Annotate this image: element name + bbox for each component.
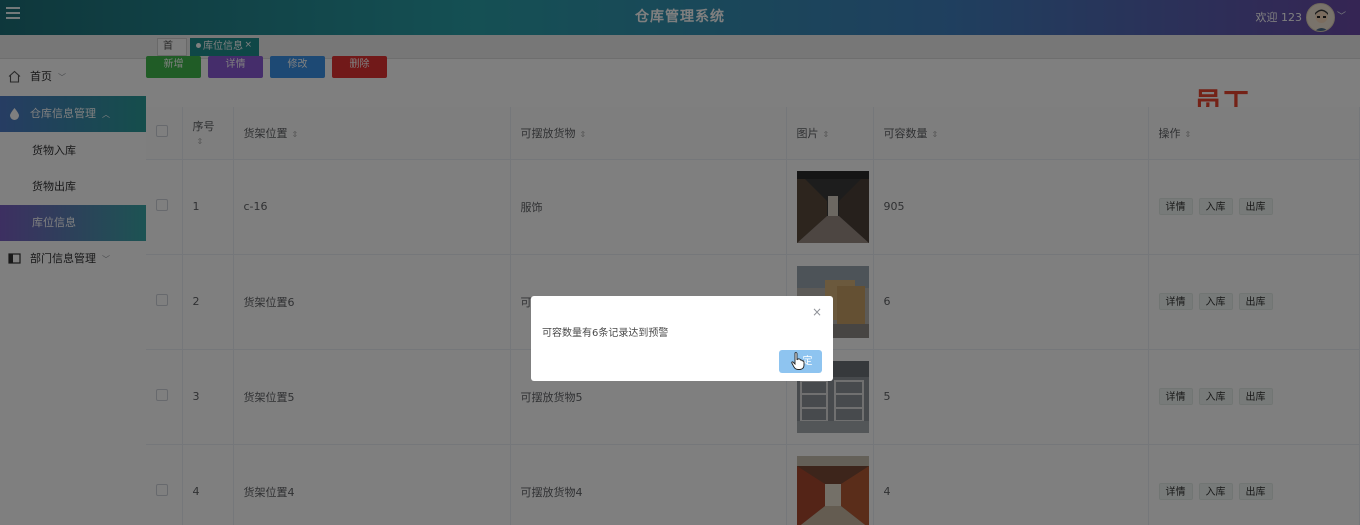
dialog-message: 可容数量有6条记录达到预警: [542, 328, 669, 339]
hand-cursor-icon: [791, 352, 805, 370]
alert-dialog: × 可容数量有6条记录达到预警 定: [531, 296, 833, 381]
modal-overlay[interactable]: [0, 0, 1360, 525]
close-icon[interactable]: ×: [812, 305, 822, 319]
